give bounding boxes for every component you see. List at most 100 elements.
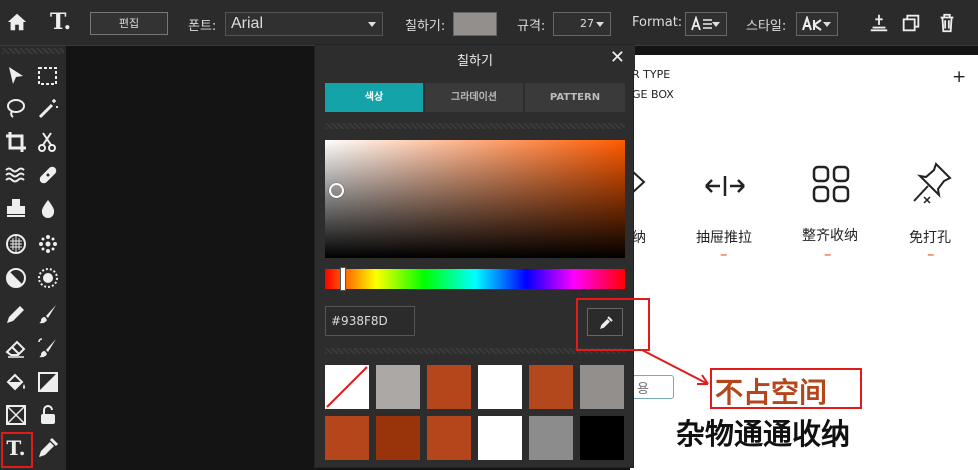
style-dropdown[interactable] (796, 12, 838, 36)
font-label: 폰트: (188, 19, 217, 34)
format-label: Format: (632, 15, 683, 30)
crop-tool[interactable] (4, 130, 28, 154)
clone-stamp-tool[interactable] (4, 197, 28, 221)
plus-icon: + (952, 67, 967, 87)
layer-lock-tool[interactable] (36, 403, 60, 427)
trash-icon[interactable] (936, 12, 958, 34)
size-select-value: 27 (580, 17, 594, 30)
style-label: 스타일: (746, 19, 787, 34)
sharpen-tool[interactable] (36, 266, 60, 290)
dashed-rect-icon (38, 67, 57, 85)
paint-bucket-icon (6, 373, 25, 391)
color-swatch[interactable] (325, 416, 369, 460)
magic-wand-icon (38, 99, 58, 119)
format-dropdown[interactable] (685, 12, 727, 36)
size-label: 규격: (517, 19, 546, 34)
color-swatch[interactable] (529, 416, 573, 460)
dialog-header[interactable]: 칠하기 ✕ (315, 45, 635, 71)
lock-icon (41, 405, 55, 424)
feature-dash: – (824, 245, 832, 263)
sponge-tool[interactable] (4, 232, 28, 256)
color-replace-tool[interactable] (36, 336, 60, 360)
fill-color-swatch[interactable] (453, 12, 497, 36)
dodge-burn-tool[interactable] (4, 266, 28, 290)
size-select[interactable]: 27 (553, 12, 611, 36)
color-swatch[interactable] (427, 365, 471, 409)
color-swatch[interactable] (580, 365, 624, 409)
color-swatch[interactable] (580, 416, 624, 460)
gradient-tool[interactable] (36, 370, 60, 394)
annotation-text: 不占空间 (715, 376, 828, 409)
tab-color[interactable]: 색상 (325, 83, 423, 112)
swatch-none[interactable] (325, 365, 369, 409)
annotation-box: 不占空间 (710, 368, 862, 409)
tab-gradient[interactable]: 그라데이션 (425, 83, 523, 112)
chevron-down-icon (368, 22, 376, 27)
tab-pattern[interactable]: PATTERN (525, 83, 625, 112)
crossed-box-icon (6, 405, 26, 425)
edit-button[interactable]: 편집 (90, 12, 168, 35)
feature-dash: – (720, 245, 728, 263)
eyedropper-icon (39, 437, 59, 457)
text-align-icon (691, 16, 712, 31)
fill-dialog: 칠하기 ✕ 색상 그라데이션 PATTERN #938F8D (314, 44, 635, 468)
color-swatch[interactable] (376, 365, 420, 409)
text-tool-icon[interactable]: T. (50, 9, 71, 35)
eraser-icon (5, 340, 26, 358)
move-tool[interactable] (4, 64, 28, 88)
home-icon[interactable] (6, 11, 28, 33)
font-select-value: Arial (231, 15, 264, 32)
product-type-line2: GE BOX (632, 88, 674, 101)
brush-swap-icon (38, 338, 56, 358)
heal-tool[interactable] (36, 163, 60, 187)
pencil-icon (7, 306, 24, 323)
blur-tool[interactable] (36, 197, 60, 221)
eraser-tool[interactable] (4, 336, 28, 360)
feature-label-tidy: 整齐收纳 (802, 228, 858, 244)
crop-icon (6, 132, 26, 152)
saturation-value-picker[interactable] (325, 140, 625, 258)
magic-wand-tool[interactable] (36, 97, 60, 121)
color-swatch[interactable] (478, 416, 522, 460)
paint-bucket-tool[interactable] (4, 370, 28, 394)
marquee-tool[interactable] (36, 64, 60, 88)
text-style-icon (802, 16, 822, 31)
font-select[interactable]: Arial (225, 12, 383, 36)
noise-tool[interactable] (36, 232, 60, 256)
dots-cluster-icon (39, 235, 57, 253)
sun-icon (38, 268, 58, 288)
pencil-tool[interactable] (4, 302, 28, 326)
annotation-arrow (641, 349, 709, 385)
color-swatch[interactable] (376, 416, 420, 460)
eyedropper-tool[interactable] (36, 436, 60, 460)
duplicate-icon[interactable] (900, 12, 922, 34)
align-bottom-icon[interactable] (868, 12, 890, 34)
product-type-line1: R TYPE (632, 68, 671, 81)
liquify-tool[interactable] (4, 163, 28, 187)
color-swatch[interactable] (478, 365, 522, 409)
color-swatch[interactable] (529, 365, 573, 409)
close-icon[interactable]: ✕ (610, 47, 625, 68)
brush-tool[interactable] (36, 302, 60, 326)
shape-tool[interactable] (4, 403, 28, 427)
cut-tool[interactable] (36, 130, 60, 154)
eyedropper-highlight (576, 298, 650, 351)
headline: 杂物通通收纳 (676, 417, 851, 451)
hex-color-input[interactable]: #938F8D (325, 306, 415, 336)
scissors-icon (38, 132, 56, 152)
dotted-circle-icon (6, 234, 26, 254)
pushpin-icon (913, 162, 952, 204)
fill-label: 칠하기: (405, 19, 446, 34)
chevron-down-icon (823, 22, 831, 27)
hue-slider-handle[interactable] (340, 267, 346, 291)
feature-label-drawer: 抽屉推拉 (696, 230, 752, 246)
color-picker-cursor[interactable] (329, 183, 344, 198)
feature-dash: – (927, 245, 935, 263)
lasso-tool[interactable] (4, 97, 28, 121)
brush-icon (39, 305, 56, 324)
chevron-down-icon (712, 22, 720, 27)
contrast-icon (6, 268, 26, 288)
product-image: R TYPE GE BOX + 纳 抽屉推拉 – 整齐收纳 – 免打孔 – (630, 55, 978, 323)
color-swatch[interactable] (427, 416, 471, 460)
hue-slider[interactable] (325, 269, 625, 289)
